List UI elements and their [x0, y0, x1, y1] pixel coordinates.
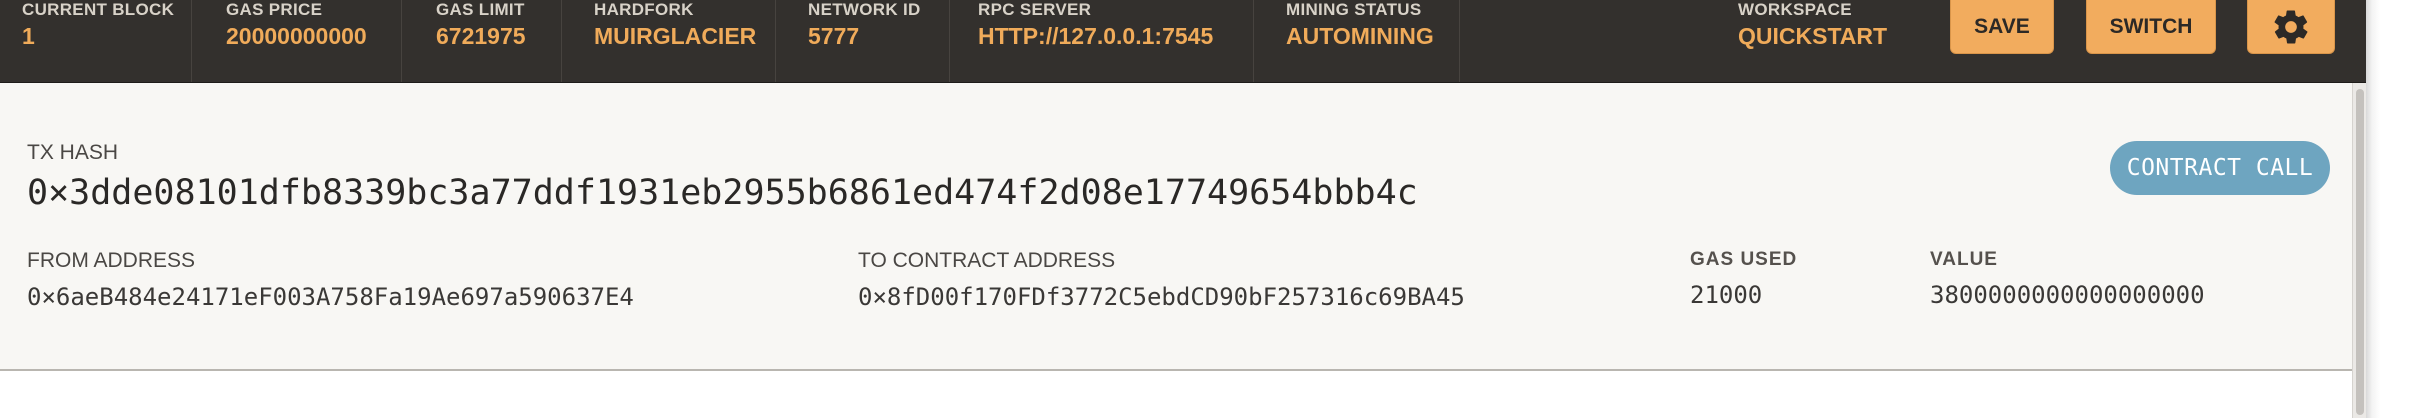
value-label: VALUE: [1930, 249, 1998, 270]
settings-button[interactable]: [2247, 0, 2335, 54]
scrollbar-thumb[interactable]: [2356, 89, 2364, 415]
stat-mining-status: MINING STATUS AUTOMINING: [1264, 0, 1460, 82]
window-edge: [2366, 0, 2430, 418]
stat-rpc-server: RPC SERVER HTTP://127.0.0.1:7545: [956, 0, 1254, 82]
switch-button[interactable]: SWITCH: [2086, 0, 2216, 54]
save-button[interactable]: SAVE: [1950, 0, 2054, 54]
workspace-info: WORKSPACE QUICKSTART: [1716, 0, 1916, 82]
stat-value: 6721975: [436, 23, 526, 49]
stat-value: 20000000000: [226, 23, 367, 49]
stat-value: AUTOMINING: [1286, 23, 1434, 49]
stat-label: HARDFORK: [594, 0, 694, 19]
stat-gas-price: GAS PRICE 20000000000: [204, 0, 402, 82]
gear-icon: [2274, 9, 2308, 44]
stat-gas-limit: GAS LIMIT 6721975: [414, 0, 562, 82]
stat-label: RPC SERVER: [978, 0, 1092, 19]
transaction-card[interactable]: TX HASH 0×3dde08101dfb8339bc3a77ddf1931e…: [0, 83, 2352, 371]
stat-label: GAS PRICE: [226, 0, 323, 19]
tx-hash-value: 0×3dde08101dfb8339bc3a77ddf1931eb2955b68…: [27, 173, 1418, 213]
from-address-value: 0×6aeB484e24171eF003A758Fa19Ae697a590637…: [27, 283, 634, 311]
stat-current-block: CURRENT BLOCK 1: [0, 0, 192, 82]
workspace-label: WORKSPACE: [1738, 0, 1852, 19]
gas-used-label: GAS USED: [1690, 249, 1798, 270]
stat-label: GAS LIMIT: [436, 0, 525, 19]
to-contract-address-value: 0×8fD00f170FDf3772C5ebdCD90bF257316c69BA…: [858, 283, 1465, 311]
tx-hash-label: TX HASH: [27, 141, 119, 164]
stat-label: NETWORK ID: [808, 0, 921, 19]
stat-value: HTTP://127.0.0.1:7545: [978, 23, 1214, 49]
stat-hardfork: HARDFORK MUIRGLACIER: [572, 0, 776, 82]
stat-value: 5777: [808, 23, 860, 49]
stat-label: CURRENT BLOCK: [22, 0, 175, 19]
status-bar: CURRENT BLOCK 1 GAS PRICE 20000000000 GA…: [0, 0, 2366, 83]
stat-label: MINING STATUS: [1286, 0, 1422, 19]
ganache-window: CURRENT BLOCK 1 GAS PRICE 20000000000 GA…: [0, 0, 2430, 418]
stat-value: MUIRGLACIER: [594, 23, 757, 49]
vertical-scrollbar[interactable]: [2352, 83, 2367, 418]
gas-used-value: 21000: [1690, 281, 1763, 309]
from-address-label: FROM ADDRESS: [27, 249, 196, 272]
contract-call-badge: CONTRACT CALL: [2110, 141, 2330, 195]
stat-network-id: NETWORK ID 5777: [786, 0, 950, 82]
stat-value: 1: [22, 23, 35, 49]
value-amount: 3800000000000000000: [1930, 281, 2205, 309]
workspace-name: QUICKSTART: [1738, 23, 1888, 49]
to-contract-address-label: TO CONTRACT ADDRESS: [858, 249, 1116, 272]
